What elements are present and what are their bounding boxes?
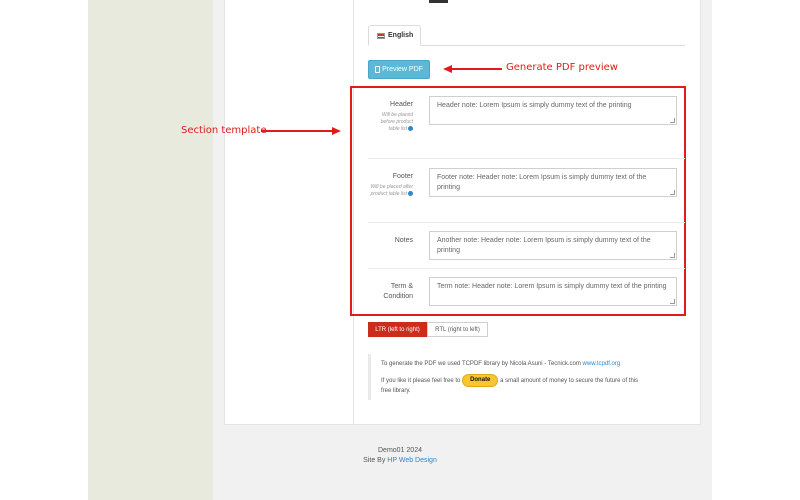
tcpdf-link[interactable]: www.tcpdf.org: [583, 361, 621, 367]
preview-pdf-label: Preview PDF: [382, 66, 423, 73]
footer-copyright: Demo01 2024: [378, 447, 422, 454]
annotation-arrow-line: [450, 68, 502, 70]
left-sidebar-strip: [88, 0, 213, 500]
footer-help: Will be placed after product table list: [370, 184, 413, 197]
preview-pdf-button[interactable]: Preview PDF: [368, 60, 430, 79]
tab-english[interactable]: English: [368, 25, 421, 46]
header-label: Header: [390, 101, 413, 108]
ltr-button[interactable]: LTR (left to right): [368, 322, 427, 337]
help-icon[interactable]: [408, 191, 413, 197]
rtl-button[interactable]: RTL (right to left): [427, 322, 488, 337]
annotation-section-template: Section template: [181, 125, 267, 136]
english-flag-icon: [377, 32, 385, 39]
row-divider: [368, 268, 685, 269]
top-edge-element: [429, 0, 448, 3]
footer-textarea[interactable]: Footer note: Header note: Lorem Ipsum is…: [429, 168, 677, 197]
page-footer: Demo01 2024 Site By HP Web Design: [340, 446, 460, 466]
terms-label-line2: Condition: [383, 293, 413, 300]
tab-english-label: English: [388, 32, 414, 39]
header-help: Will be placed before product table list: [380, 112, 413, 132]
info-line-2: If you like it please feel free to Donat…: [381, 374, 685, 387]
info-line-3: free library.: [381, 388, 411, 394]
row-divider: [368, 222, 685, 223]
notes-textarea[interactable]: Another note: Header note: Lorem Ipsum i…: [429, 231, 677, 260]
row-divider: [368, 158, 685, 159]
footer-credit: Site By HP Web Design: [363, 457, 437, 464]
header-textarea[interactable]: Header note: Lorem Ipsum is simply dummy…: [429, 96, 677, 125]
library-info-note: To generate the PDF we used TCPDF librar…: [368, 354, 685, 400]
footer-label: Footer: [392, 173, 413, 180]
terms-textarea[interactable]: Term note: Header note: Lorem Ipsum is s…: [429, 277, 677, 306]
footer-link[interactable]: HP Web Design: [387, 457, 437, 464]
document-icon: [375, 66, 381, 73]
language-tabbar: English: [368, 25, 685, 46]
info-line-1: To generate the PDF we used TCPDF librar…: [381, 361, 621, 367]
donate-button[interactable]: Donate: [462, 374, 499, 387]
annotation-arrow-head: [332, 127, 341, 135]
terms-label: Term &: [390, 283, 413, 290]
help-icon[interactable]: [408, 126, 413, 132]
annotation-generate-preview: Generate PDF preview: [506, 62, 618, 73]
notes-label: Notes: [394, 237, 413, 244]
annotation-arrow-line: [261, 130, 333, 132]
